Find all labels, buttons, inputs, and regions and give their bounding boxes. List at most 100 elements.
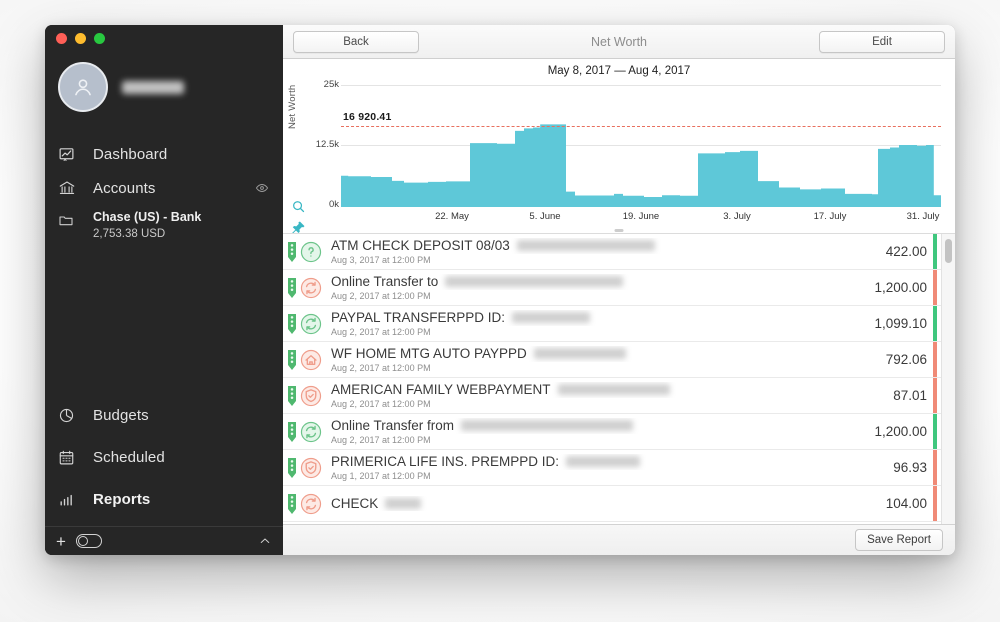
sidebar-item-label: Accounts [93,180,156,197]
edit-button[interactable]: Edit [819,31,945,53]
chart-x-tick: 3. July [723,211,750,222]
scrollbar-thumb[interactable] [945,239,952,263]
sidebar-item-label: Dashboard [93,146,167,163]
back-button[interactable]: Back [293,31,419,53]
add-account-button[interactable]: + [56,533,66,550]
transaction-info: AMERICAN FAMILY WEBPAYMENTAug 2, 2017 at… [331,382,893,409]
transaction-date: Aug 1, 2017 at 12:00 PM [331,471,893,481]
question-mark-icon[interactable] [300,241,322,263]
account-name: Chase (US) - Bank [93,210,201,226]
transaction-rows: ATM CHECK DEPOSIT 08/03Aug 3, 2017 at 12… [283,234,941,524]
transaction-date: Aug 2, 2017 at 12:00 PM [331,363,886,373]
sidebar-item-reports[interactable]: Reports [45,478,283,520]
chart-x-tick: 17. July [814,211,847,222]
chevron-up-icon[interactable] [258,534,272,548]
redacted-detail [445,276,623,287]
transaction-name: AMERICAN FAMILY WEBPAYMENT [331,382,893,398]
transaction-name: ATM CHECK DEPOSIT 08/03 [331,238,886,254]
sidebar-item-budgets[interactable]: Budgets [45,394,283,436]
transfer-icon[interactable] [300,313,322,335]
transaction-name: CHECK [331,496,886,512]
redacted-detail [566,456,640,467]
save-report-button[interactable]: Save Report [855,529,943,551]
reconciled-tag-icon [287,241,297,263]
transfer-icon[interactable] [300,421,322,443]
transfer-icon[interactable] [300,493,322,515]
transaction-row[interactable]: CHECK104.00 [283,486,941,522]
transaction-list: ATM CHECK DEPOSIT 08/03Aug 3, 2017 at 12… [283,233,955,524]
transaction-name: PAYPAL TRANSFERPPD ID: [331,310,874,326]
redacted-detail [517,240,655,251]
shield-icon[interactable] [300,385,322,407]
chart-y-tick: 25k [305,79,339,90]
eye-icon[interactable] [255,181,269,195]
shield-icon[interactable] [300,457,322,479]
sidebar-item-dashboard[interactable]: Dashboard [45,137,283,171]
chart-max-annotation-line [341,126,941,127]
sidebar: Dashboard Accounts [45,25,283,555]
transaction-name: PRIMERICA LIFE INS. PREMPPD ID: [331,454,893,470]
sidebar-toggle[interactable] [76,534,102,548]
transaction-row[interactable]: PRIMERICA LIFE INS. PREMPPD ID:Aug 1, 20… [283,450,941,486]
redacted-detail [461,420,633,431]
transfer-icon[interactable] [300,277,322,299]
transaction-row[interactable]: Online Transfer fromAug 2, 2017 at 12:00… [283,414,941,450]
profile-section[interactable] [45,56,283,118]
toggle-knob [78,536,88,546]
close-button[interactable] [56,33,67,44]
transaction-row[interactable]: WF HOME MTG AUTO PAYPPDAug 2, 2017 at 12… [283,342,941,378]
chart-area-series [341,85,941,207]
dashboard-icon [58,146,82,163]
transaction-info: WF HOME MTG AUTO PAYPPDAug 2, 2017 at 12… [331,346,886,373]
redacted-detail [385,498,421,509]
transaction-date: Aug 2, 2017 at 12:00 PM [331,291,874,301]
chart-x-tick: 5. June [529,211,560,222]
reconciled-tag-icon [287,421,297,443]
sidebar-footer: + [45,526,283,555]
home-icon[interactable] [300,349,322,371]
transaction-flow-flag [933,378,937,413]
transaction-row[interactable]: PAYPAL TRANSFERPPD ID:Aug 2, 2017 at 12:… [283,306,941,342]
minimize-button[interactable] [75,33,86,44]
chart-x-axis: 22. May5. June19. June3. July17. July31.… [341,211,941,227]
transaction-date: Aug 3, 2017 at 12:00 PM [331,255,886,265]
reconciled-tag-icon [287,493,297,515]
toolbar: Back Net Worth Edit [283,25,955,59]
report-footer: Save Report [283,524,955,555]
list-resize-handle[interactable] [615,229,624,232]
transaction-date: Aug 2, 2017 at 12:00 PM [331,399,893,409]
transaction-date: Aug 2, 2017 at 12:00 PM [331,435,874,445]
transaction-row[interactable]: Online Transfer toAug 2, 2017 at 12:00 P… [283,270,941,306]
date-range-label: May 8, 2017 — Aug 4, 2017 [283,59,955,83]
calendar-icon [58,449,82,466]
transaction-flow-flag [933,306,937,341]
window-controls[interactable] [56,33,105,44]
sidebar-item-accounts[interactable]: Accounts [45,171,283,205]
search-icon[interactable] [291,199,306,214]
transaction-name: WF HOME MTG AUTO PAYPPD [331,346,886,362]
chart-x-tick: 31. July [907,211,940,222]
transaction-amount: 1,200.00 [874,424,941,439]
net-worth-chart[interactable]: Net Worth 25k 12.5k 0k 16 920.41 22. May… [283,83,955,233]
chart-y-tick: 12.5k [305,139,339,150]
transaction-info: ATM CHECK DEPOSIT 08/03Aug 3, 2017 at 12… [331,238,886,265]
reconciled-tag-icon [287,277,297,299]
list-scrollbar[interactable] [941,234,955,524]
transaction-row[interactable]: AMERICAN FAMILY WEBPAYMENTAug 2, 2017 at… [283,378,941,414]
transaction-flow-flag [933,450,937,485]
transaction-flow-flag [933,270,937,305]
reconciled-tag-icon [287,349,297,371]
redacted-detail [512,312,590,323]
sidebar-item-label: Scheduled [93,449,165,466]
transaction-row[interactable]: ATM CHECK DEPOSIT 08/03Aug 3, 2017 at 12… [283,234,941,270]
transaction-name: Online Transfer to [331,274,874,290]
sidebar-account-chase[interactable]: Chase (US) - Bank 2,753.38 USD [45,210,283,250]
avatar[interactable] [58,62,108,112]
zoom-button[interactable] [94,33,105,44]
chart-y-tick: 0k [305,199,339,210]
transaction-date: Aug 2, 2017 at 12:00 PM [331,327,874,337]
sidebar-item-scheduled[interactable]: Scheduled [45,436,283,478]
sidebar-item-label: Reports [93,491,150,508]
transaction-flow-flag [933,486,937,521]
sidebar-item-label: Budgets [93,407,149,424]
